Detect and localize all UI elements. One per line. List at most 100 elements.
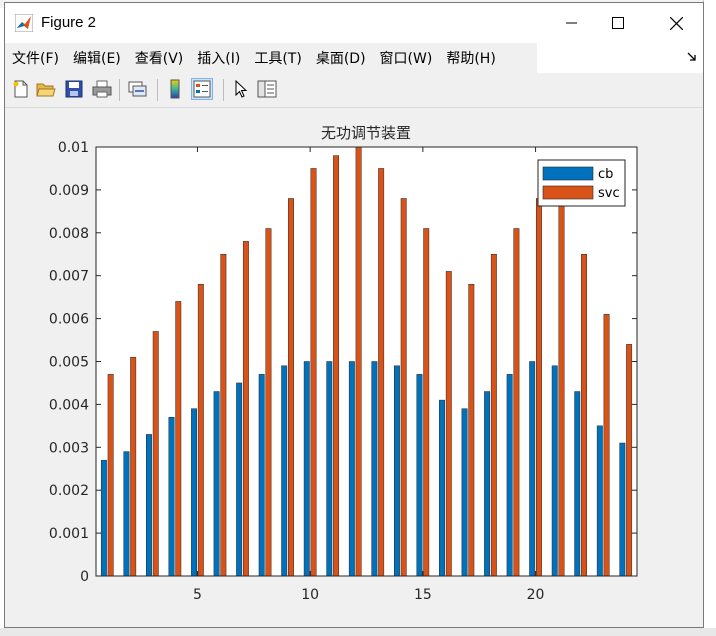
bar-svc (535, 198, 542, 577)
bar-svc (152, 331, 159, 577)
bar-cb (191, 408, 198, 577)
bar-svc (378, 168, 385, 577)
bar-svc (513, 228, 520, 577)
bar-svc (197, 284, 204, 577)
bar-svc (468, 284, 475, 577)
menu-tools[interactable]: 工具(T) (247, 48, 308, 68)
close-icon (669, 16, 683, 30)
bar-cb (574, 391, 581, 577)
x-tick-label: 10 (301, 587, 319, 603)
x-tick-label: 15 (414, 587, 432, 603)
save-button[interactable] (63, 78, 85, 100)
bar-cb (619, 442, 626, 577)
matlab-logo-icon (14, 13, 34, 33)
bar-cb (461, 408, 468, 577)
bar-cb (371, 361, 378, 577)
maximize-button[interactable] (595, 3, 641, 43)
bar-cb (348, 361, 355, 577)
bar-cb (551, 365, 558, 577)
x-tick-label: 20 (527, 587, 545, 603)
legend-swatch-svc (542, 185, 594, 200)
bar-cb (326, 361, 333, 577)
new-figure-icon (13, 80, 28, 98)
title-bar[interactable]: Figure 2 (5, 3, 703, 43)
colorbar-icon (170, 79, 180, 99)
menu-file[interactable]: 文件(F) (5, 48, 66, 68)
bar-cb (439, 399, 445, 577)
legend-swatch-cb (542, 166, 594, 181)
menu-help[interactable]: 帮助(H) (439, 48, 502, 68)
bar-cb (303, 361, 310, 577)
bar-cb (596, 425, 603, 577)
toolbar-separator (119, 79, 120, 101)
bar-cb (236, 382, 243, 577)
toolbar-separator (157, 79, 158, 101)
bar-cb (168, 417, 175, 577)
bar-svc (490, 254, 497, 577)
bar-cb (146, 434, 152, 577)
menu-edit[interactable]: 编辑(E) (66, 48, 128, 68)
save-icon (65, 80, 83, 98)
pointer-button[interactable] (230, 78, 252, 100)
y-tick-label: 0 (80, 569, 89, 585)
legend-button[interactable] (191, 78, 213, 100)
menu-insert[interactable]: 插入(I) (190, 48, 247, 68)
bar-cb (506, 374, 513, 577)
y-tick-label: 0.006 (49, 312, 89, 328)
y-tick-label: 0.009 (49, 183, 89, 199)
bar-svc (242, 241, 249, 577)
y-tick-label: 0.005 (49, 355, 89, 371)
minimize-icon (566, 22, 577, 24)
bar-svc (265, 228, 272, 577)
close-button[interactable] (653, 3, 699, 43)
bar-cb (416, 374, 423, 577)
maximize-icon (612, 17, 624, 29)
print-icon (92, 80, 112, 98)
y-tick-label: 0.01 (58, 140, 89, 156)
x-tick-label: 5 (193, 587, 202, 603)
colorbar-button[interactable] (164, 78, 186, 100)
bar-svc (310, 168, 317, 577)
bar-cb (258, 374, 265, 577)
figure-window: Figure 2 文件(F) 编辑(E) 查看(V) 插入(I) 工具(T) 桌… (4, 2, 704, 628)
figure-toolbar (5, 73, 703, 108)
legend-label-cb: cb (598, 167, 613, 182)
print-button[interactable] (91, 78, 113, 100)
window-title: Figure 2 (41, 14, 97, 31)
link-plot-button[interactable] (127, 78, 149, 100)
bar-svc (175, 301, 182, 577)
y-tick-label: 0.002 (49, 483, 89, 499)
menu-list: 文件(F) 编辑(E) 查看(V) 插入(I) 工具(T) 桌面(D) 窗口(W… (5, 43, 537, 73)
bar-svc (107, 374, 114, 577)
pointer-icon (235, 80, 248, 98)
bar-cb (484, 391, 491, 577)
bar-svc (558, 198, 565, 577)
menu-bar: 文件(F) 编辑(E) 查看(V) 插入(I) 工具(T) 桌面(D) 窗口(W… (5, 43, 703, 73)
bar-svc (130, 356, 137, 577)
bar-svc (333, 155, 340, 577)
minimize-button[interactable] (549, 3, 595, 43)
menu-desktop[interactable]: 桌面(D) (309, 48, 373, 68)
y-tick-label: 0.001 (49, 526, 89, 542)
property-inspector-button[interactable] (256, 78, 278, 100)
y-tick-label: 0.003 (49, 440, 89, 456)
bar-cb (100, 459, 107, 577)
menu-window[interactable]: 窗口(W) (373, 48, 440, 68)
menu-view[interactable]: 查看(V) (128, 48, 191, 68)
new-figure-button[interactable] (10, 78, 32, 100)
bar-chart[interactable]: 0 0.001 0.002 0.003 0.004 0.005 0.006 0.007 0.00… (5, 108, 703, 627)
figure-canvas: 0 0.001 0.002 0.003 0.004 0.005 0.006 0.007 0.00… (5, 108, 703, 627)
legend-label-svc: svc (598, 186, 620, 201)
bar-svc (355, 146, 362, 577)
bar-cb (529, 361, 536, 577)
bar-svc (581, 254, 587, 577)
bar-svc (626, 344, 633, 577)
chart-title: 无功调节装置 (321, 124, 411, 142)
bar-cb (123, 451, 130, 577)
bar-svc (400, 198, 407, 577)
open-file-button[interactable] (35, 78, 57, 100)
open-file-icon (36, 83, 56, 97)
bar-svc (220, 254, 227, 577)
legend[interactable]: cb svc (537, 159, 626, 207)
chevron-double-icon[interactable] (687, 51, 697, 65)
